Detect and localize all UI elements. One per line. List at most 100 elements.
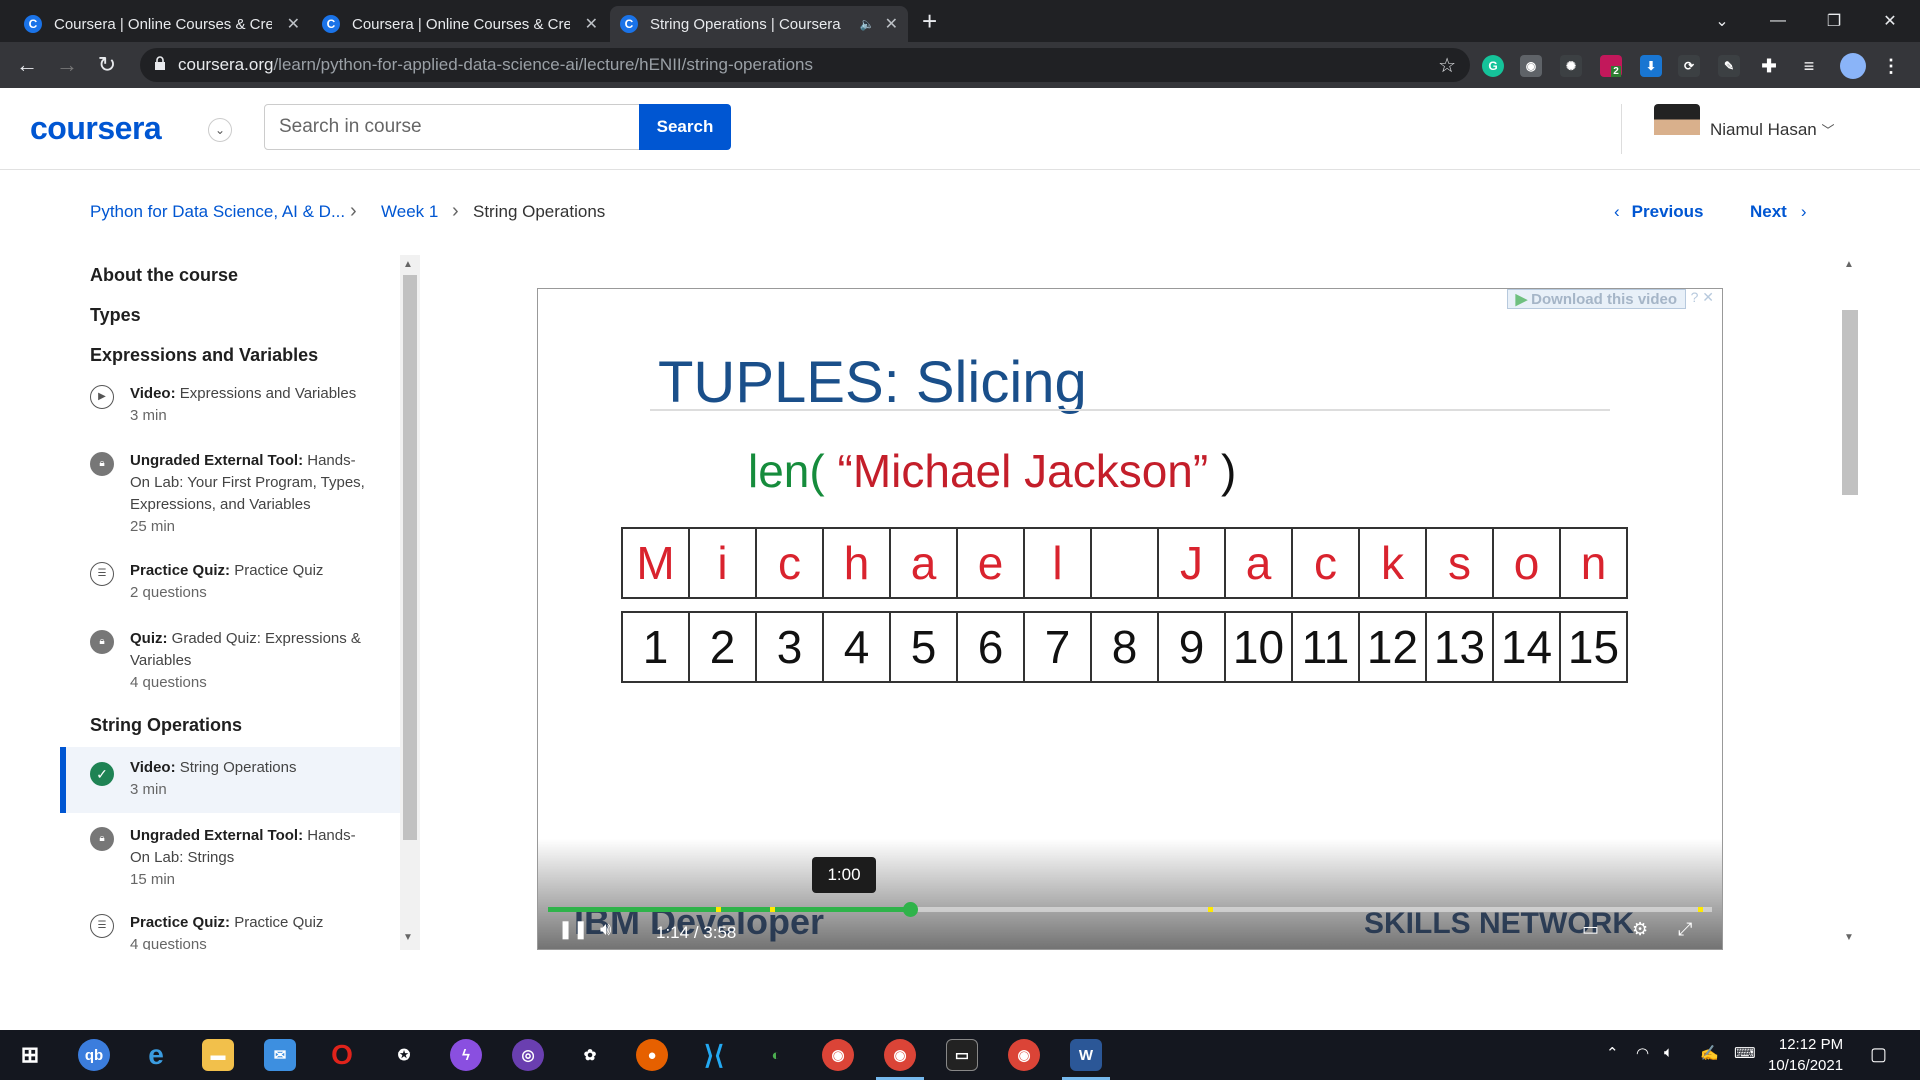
breadcrumb-course[interactable]: Python for Data Science, AI & D... [90, 202, 345, 222]
pause-icon[interactable]: ❚❚ [558, 919, 588, 940]
outline-item[interactable]: 🔒︎ Ungraded External Tool: Hands-On Lab:… [60, 450, 400, 542]
chrome-active-icon[interactable]: ◉ [876, 1039, 924, 1080]
keyboard-icon[interactable]: ⌨ [1734, 1044, 1756, 1062]
forward-icon[interactable]: → [52, 50, 82, 80]
pen-tray-icon[interactable]: ✍ [1700, 1044, 1719, 1062]
letter-cell: i [688, 527, 757, 599]
sync-extension-icon[interactable]: ⟳ [1678, 55, 1700, 77]
browser-tab-3[interactable]: C String Operations | Coursera 🔈 ✕ [610, 6, 908, 42]
lock-icon[interactable] [154, 56, 166, 70]
coursera-logo[interactable]: coursera [30, 110, 162, 147]
scroll-down-arrow-icon[interactable]: ▼ [403, 932, 413, 943]
word-icon[interactable]: W [1062, 1039, 1110, 1080]
firefox-icon[interactable]: ● [636, 1039, 668, 1071]
globe-extension-icon[interactable]: ✺ [1560, 55, 1582, 77]
chrome-profile-icon[interactable]: ◉ [1008, 1039, 1040, 1071]
notification-icon[interactable]: ▢ [1870, 1044, 1887, 1065]
fullscreen-icon[interactable]: ⤢ [1678, 919, 1692, 940]
paint-app-icon[interactable]: ✿ [574, 1039, 606, 1071]
messenger-icon[interactable]: ϟ [450, 1039, 482, 1071]
chrome-icon[interactable]: ◉ [822, 1039, 854, 1071]
browser-tab-1[interactable]: C Coursera | Online Courses & Credential… [14, 6, 310, 42]
terminal-icon[interactable]: ▭ [946, 1039, 978, 1071]
outline-item[interactable]: ☰ Practice Quiz: Practice Quiz 4 question… [60, 912, 400, 950]
browser-tab-2[interactable]: C Coursera | Online Courses & Credential… [312, 6, 608, 42]
sidebar-scroll-thumb[interactable] [403, 275, 417, 840]
opera-icon[interactable]: O [326, 1039, 358, 1071]
address-field[interactable]: coursera.org/learn/python-for-applied-da… [140, 48, 1470, 82]
letter-cell: h [822, 527, 891, 599]
clock-date: 10/16/2021 [1768, 1057, 1844, 1074]
section-expressions[interactable]: Expressions and Variables [90, 345, 318, 366]
qb-app-icon[interactable]: qb [78, 1039, 110, 1071]
download-video-button[interactable]: ▶ Download this video [1506, 289, 1686, 309]
breadcrumb-week[interactable]: Week 1 [381, 202, 438, 222]
outline-item-active[interactable]: ✓ Video: String Operations 3 min [60, 747, 400, 813]
github-icon[interactable]: ◎ [512, 1039, 544, 1071]
reload-icon[interactable]: ↻ [92, 50, 122, 80]
vscode-icon[interactable]: ⟩⟨ [698, 1039, 730, 1071]
volume-tray-icon[interactable]: 🔈︎ [1664, 1044, 1673, 1061]
close-overlay-icon[interactable]: ? ✕ [1691, 289, 1714, 306]
settings-gear-icon[interactable]: ⚙ [1632, 919, 1648, 940]
outline-item[interactable]: 🔒︎ Ungraded External Tool: Hands-On Lab:… [60, 825, 400, 895]
grammarly-extension-icon[interactable]: G [1482, 55, 1504, 77]
progress-bar[interactable] [548, 902, 1712, 917]
wifi-icon[interactable]: ◠ [1636, 1044, 1649, 1062]
new-tab-icon[interactable]: + [922, 6, 937, 36]
section-about[interactable]: About the course [90, 265, 238, 286]
previous-button[interactable]: ‹ Previous [1614, 202, 1703, 222]
close-window-icon[interactable]: ✕ [1862, 0, 1918, 42]
user-menu[interactable]: Niamul Hasan ﹀ [1710, 120, 1835, 140]
scroll-up-arrow-icon[interactable]: ▲ [1844, 259, 1854, 270]
video-player[interactable]: ▶ Download this video ? ✕ TUPLES: Slicing… [537, 288, 1723, 950]
search-input[interactable]: Search in course [264, 104, 640, 150]
slide-expression: len( “Michael Jackson” ) [748, 444, 1236, 498]
close-tab-icon[interactable]: ✕ [585, 14, 598, 34]
user-avatar[interactable] [1654, 104, 1700, 156]
index-cell: 4 [822, 611, 891, 683]
satellite-app-icon[interactable]: ✪ [388, 1039, 420, 1071]
section-string-operations[interactable]: String Operations [90, 715, 242, 736]
flag-extension-icon[interactable]: 2 [1600, 55, 1622, 77]
bookmark-star-icon[interactable]: ☆ [1438, 53, 1456, 78]
camera-extension-icon[interactable]: ◉ [1520, 55, 1542, 77]
speaker-icon[interactable]: 🔈 [860, 17, 875, 31]
windows-start-icon[interactable]: ⊞ [14, 1039, 46, 1071]
outline-item[interactable]: 🔒︎ Quiz: Graded Quiz: Expressions & Vari… [60, 628, 400, 698]
mail-icon[interactable]: ✉ [264, 1039, 296, 1071]
restore-icon[interactable]: ❐ [1806, 0, 1862, 42]
profile-avatar-icon[interactable] [1840, 53, 1866, 79]
file-explorer-icon[interactable]: ▬ [202, 1039, 234, 1071]
letter-cell: M [621, 527, 690, 599]
edge-icon[interactable]: e [140, 1039, 172, 1071]
close-tab-icon[interactable]: ✕ [885, 14, 898, 34]
scroll-up-arrow-icon[interactable]: ▲ [403, 259, 413, 270]
page-scroll-thumb[interactable] [1842, 310, 1858, 495]
tab-search-icon[interactable]: ⌄ [1694, 0, 1750, 42]
tray-chevron-up-icon[interactable]: ⌃ [1606, 1044, 1619, 1062]
search-button[interactable]: Search [639, 104, 731, 150]
chevron-down-icon[interactable]: ⌄ [208, 118, 232, 142]
progress-handle[interactable] [903, 902, 918, 917]
next-button[interactable]: Next › [1750, 202, 1807, 222]
outline-item[interactable]: ▶ Video: Expressions and Variables 3 min [60, 383, 400, 433]
minimize-icon[interactable]: — [1750, 0, 1806, 42]
scroll-down-arrow-icon[interactable]: ▼ [1844, 932, 1854, 943]
section-types[interactable]: Types [90, 305, 141, 326]
captions-icon[interactable]: ▭ [1582, 919, 1599, 940]
pen-extension-icon[interactable]: ✎ [1718, 55, 1740, 77]
reading-list-icon[interactable]: ≡ [1798, 55, 1820, 77]
item-type: Video: [130, 759, 176, 776]
current-time: 1:14 [656, 923, 690, 942]
outline-item[interactable]: ☰ Practice Quiz: Practice Quiz 2 question… [60, 560, 400, 610]
back-icon[interactable]: ← [12, 50, 42, 80]
download-extension-icon[interactable]: ⬇ [1640, 55, 1662, 77]
close-tab-icon[interactable]: ✕ [287, 14, 300, 34]
browser-menu-icon[interactable]: ⋮ [1880, 55, 1902, 77]
tab-title: Coursera | Online Courses & Credentials [352, 15, 570, 33]
system-clock[interactable]: 12:12 PM 10/16/2021 [1768, 1034, 1843, 1076]
earth-app-icon[interactable]: ◐ [760, 1039, 792, 1071]
extensions-puzzle-icon[interactable]: ✚ [1758, 55, 1780, 77]
volume-icon[interactable]: 🔊︎ [600, 919, 611, 940]
